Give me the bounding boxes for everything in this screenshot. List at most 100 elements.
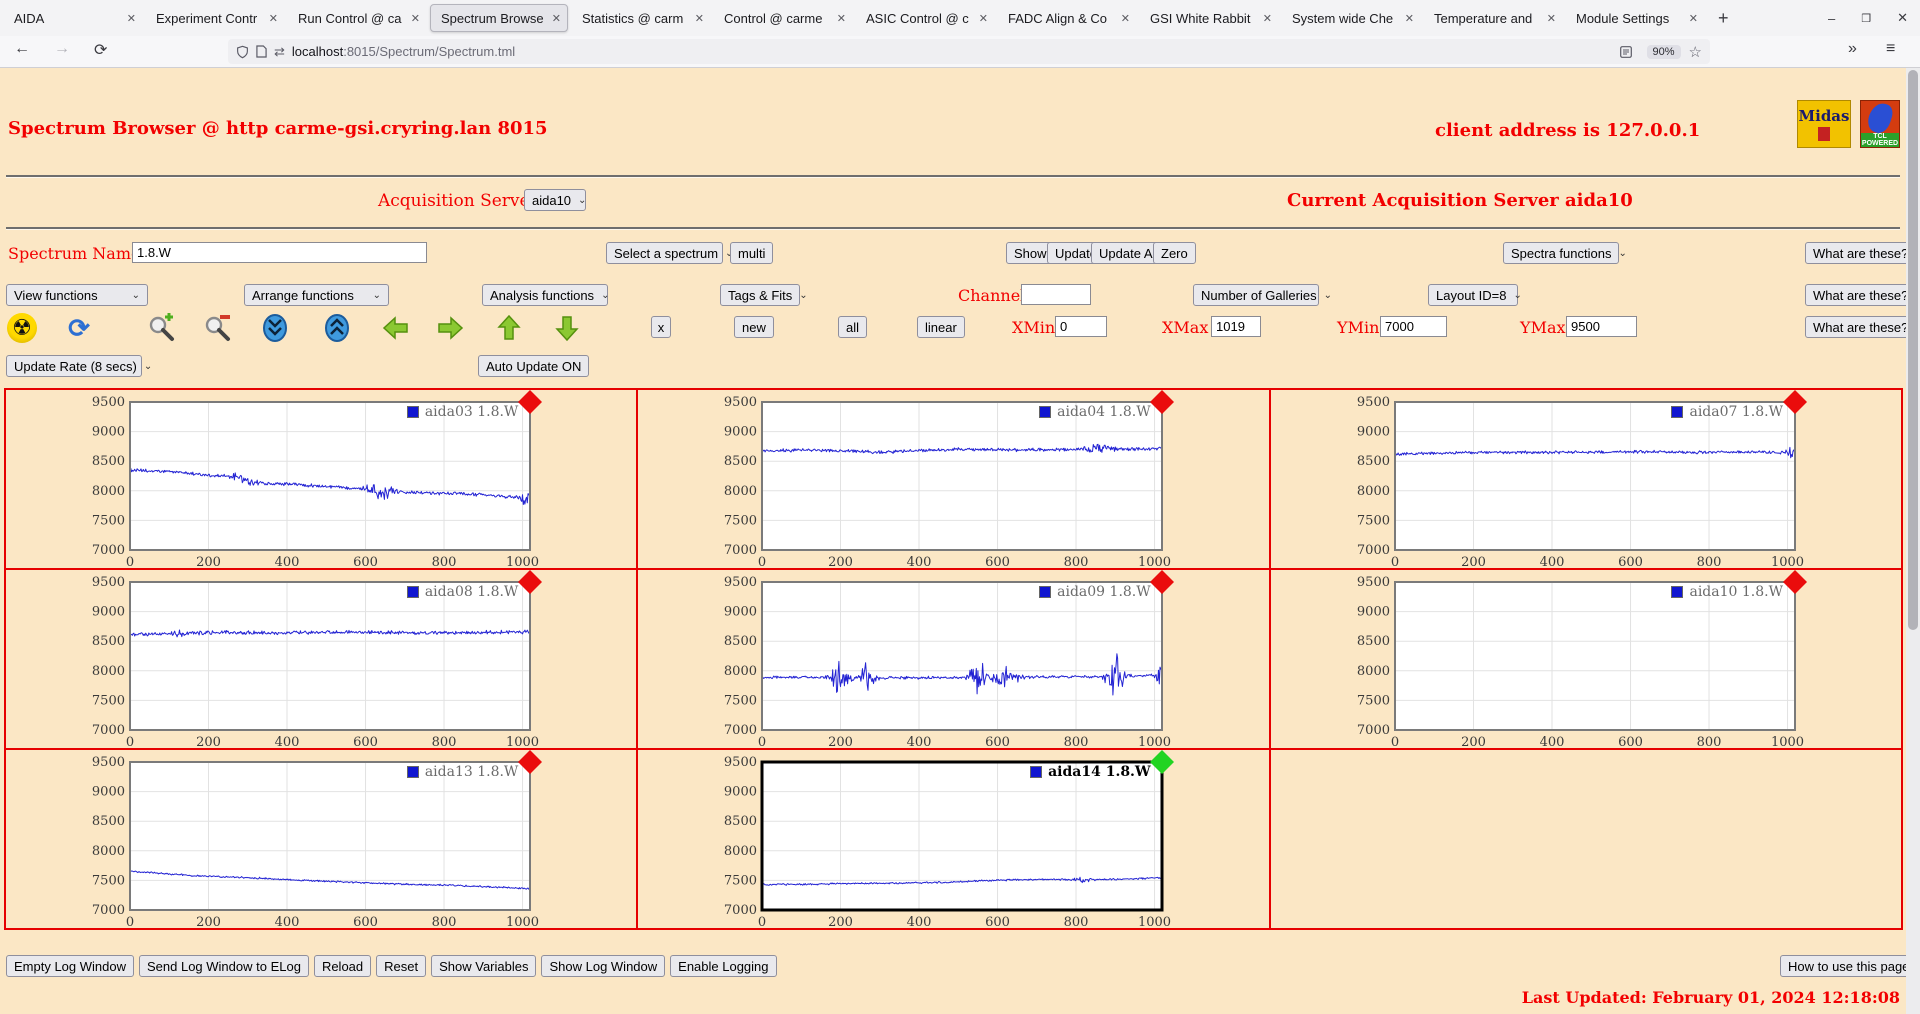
all-button[interactable]: all xyxy=(838,316,867,338)
what-are-these-button-2[interactable]: What are these? xyxy=(1805,284,1916,306)
pan-left-icon[interactable] xyxy=(381,313,411,343)
window-close-button[interactable]: ✕ xyxy=(1897,10,1908,26)
browser-tab-10[interactable]: System wide Che✕ xyxy=(1282,4,1420,32)
gallery-cell-aida03[interactable]: 7000750080008500900095000200400600800100… xyxy=(5,389,637,569)
radioactive-icon[interactable]: ☢ xyxy=(7,313,37,343)
gallery-cell-aida07[interactable]: 7000750080008500900095000200400600800100… xyxy=(1270,389,1902,569)
show-variables-button[interactable]: Show Variables xyxy=(431,955,536,977)
tab-close-icon[interactable]: ✕ xyxy=(975,12,988,25)
scrollbar-thumb[interactable] xyxy=(1908,70,1918,630)
forward-button[interactable]: → xyxy=(54,40,70,58)
tab-close-icon[interactable]: ✕ xyxy=(265,12,278,25)
enable-logging-button[interactable]: Enable Logging xyxy=(670,955,776,977)
browser-tab-11[interactable]: Temperature and✕ xyxy=(1424,4,1562,32)
zoom-level-badge[interactable]: 90% xyxy=(1647,45,1681,59)
refresh-icon[interactable]: ⟳ xyxy=(64,313,94,343)
tab-close-icon[interactable]: ✕ xyxy=(1401,12,1414,25)
browser-tab-5[interactable]: Statistics @ carm✕ xyxy=(572,4,710,32)
tab-close-icon[interactable]: ✕ xyxy=(833,12,846,25)
permissions-icon[interactable]: ⇄ xyxy=(274,44,285,60)
reader-mode-icon[interactable] xyxy=(1620,46,1632,58)
page-info-icon[interactable] xyxy=(256,45,267,58)
browser-tab-3[interactable]: Run Control @ ca✕ xyxy=(288,4,426,32)
spectrum-name-input[interactable] xyxy=(132,242,427,263)
xmin-input[interactable] xyxy=(1055,316,1107,337)
select-a-spectrum-select[interactable]: Select a spectrum⌄ xyxy=(606,242,723,264)
toolbar-overflow-icon[interactable]: » xyxy=(1848,40,1857,58)
expand-y-icon[interactable] xyxy=(322,313,352,343)
tab-title: AIDA xyxy=(14,11,123,26)
linear-button[interactable]: linear xyxy=(917,316,965,338)
layout-id-select[interactable]: Layout ID=8⌄ xyxy=(1428,284,1518,306)
zoom-out-icon[interactable] xyxy=(202,313,232,343)
browser-tab-12[interactable]: Module Settings✕ xyxy=(1566,4,1704,32)
empty-log-window-button[interactable]: Empty Log Window xyxy=(6,955,134,977)
gallery-cell-aida09[interactable]: 7000750080008500900095000200400600800100… xyxy=(637,569,1269,749)
view-functions-select[interactable]: View functions⌄ xyxy=(6,284,148,306)
browser-tab-7[interactable]: ASIC Control @ c✕ xyxy=(856,4,994,32)
gallery-cell-aida13[interactable]: 7000750080008500900095000200400600800100… xyxy=(5,749,637,929)
pan-up-icon[interactable] xyxy=(494,313,524,343)
reset-button[interactable]: Reset xyxy=(376,955,426,977)
tab-close-icon[interactable]: ✕ xyxy=(548,12,561,25)
reload-button[interactable]: Reload xyxy=(314,955,371,977)
shrink-y-icon[interactable] xyxy=(260,313,290,343)
auto-update-button[interactable]: Auto Update ON xyxy=(478,355,589,377)
bookmark-star-icon[interactable]: ☆ xyxy=(1689,43,1702,61)
new-button[interactable]: new xyxy=(734,316,774,338)
zoom-in-icon[interactable] xyxy=(146,313,176,343)
back-button[interactable]: ← xyxy=(14,40,30,58)
hamburger-menu-icon[interactable]: ≡ xyxy=(1886,40,1895,58)
spectra-functions-select[interactable]: Spectra functions⌄ xyxy=(1503,242,1619,264)
browser-tab-9[interactable]: GSI White Rabbit✕ xyxy=(1140,4,1278,32)
update-rate-select[interactable]: Update Rate (8 secs)⌄ xyxy=(6,355,142,377)
shield-icon xyxy=(236,45,249,59)
pan-right-icon[interactable] xyxy=(435,313,465,343)
browser-tab-2[interactable]: Experiment Contr✕ xyxy=(146,4,284,32)
browser-tab-6[interactable]: Control @ carme✕ xyxy=(714,4,852,32)
xmax-input[interactable] xyxy=(1211,316,1261,337)
show-log-window-button[interactable]: Show Log Window xyxy=(541,955,665,977)
analysis-functions-select[interactable]: Analysis functions⌄ xyxy=(482,284,608,306)
browser-tab-1[interactable]: AIDA✕ xyxy=(4,4,142,32)
svg-text:600: 600 xyxy=(353,735,378,750)
what-are-these-button-1[interactable]: What are these? xyxy=(1805,242,1916,264)
window-minimize-button[interactable]: – xyxy=(1828,11,1835,26)
how-to-use-button[interactable]: How to use this page xyxy=(1780,955,1917,977)
spectrum-name-label: Spectrum Name: xyxy=(8,244,146,263)
reload-button[interactable]: ⟳ xyxy=(94,40,107,60)
browser-tab-8[interactable]: FADC Align & Co✕ xyxy=(998,4,1136,32)
tags-and-fits-select[interactable]: Tags & Fits⌄ xyxy=(720,284,800,306)
tab-close-icon[interactable]: ✕ xyxy=(1259,12,1272,25)
send-log-window-to-elog-button[interactable]: Send Log Window to ELog xyxy=(139,955,309,977)
last-updated: Last Updated: February 01, 2024 12:18:08 xyxy=(1522,988,1900,1007)
browser-tab-4[interactable]: Spectrum Browse✕ xyxy=(430,4,568,32)
tab-close-icon[interactable]: ✕ xyxy=(1117,12,1130,25)
gallery-cell-aida08[interactable]: 7000750080008500900095000200400600800100… xyxy=(5,569,637,749)
arrange-functions-select[interactable]: Arrange functions⌄ xyxy=(244,284,389,306)
tab-close-icon[interactable]: ✕ xyxy=(1685,12,1698,25)
page-scrollbar[interactable] xyxy=(1906,68,1920,1014)
tab-close-icon[interactable]: ✕ xyxy=(691,12,704,25)
chart-legend: aida08 1.8.W xyxy=(407,584,519,600)
ymax-input[interactable] xyxy=(1566,316,1637,337)
new-tab-button[interactable]: + xyxy=(1704,8,1743,29)
navigation-bar: ← → ⟳ ⇄ localhost :8015/Spectrum/Spectru… xyxy=(0,36,1920,68)
what-are-these-button-3[interactable]: What are these? xyxy=(1805,316,1916,338)
tab-close-icon[interactable]: ✕ xyxy=(407,12,420,25)
window-maximize-button[interactable]: ❒ xyxy=(1861,12,1871,25)
channel-input[interactable] xyxy=(1021,284,1091,305)
tab-close-icon[interactable]: ✕ xyxy=(123,12,136,25)
zero-button[interactable]: Zero xyxy=(1153,242,1196,264)
ymin-input[interactable] xyxy=(1380,316,1447,337)
close-x-button[interactable]: x xyxy=(651,316,671,338)
tab-close-icon[interactable]: ✕ xyxy=(1543,12,1556,25)
gallery-cell-aida04[interactable]: 7000750080008500900095000200400600800100… xyxy=(637,389,1269,569)
gallery-cell-aida14[interactable]: 7000750080008500900095000200400600800100… xyxy=(637,749,1269,929)
gallery-cell-aida10[interactable]: 7000750080008500900095000200400600800100… xyxy=(1270,569,1902,749)
number-of-galleries-select[interactable]: Number of Galleries⌄ xyxy=(1193,284,1319,306)
acquisition-server-select[interactable]: aida10⌄ xyxy=(524,189,586,211)
pan-down-icon[interactable] xyxy=(552,313,582,343)
multi-button[interactable]: multi xyxy=(730,242,773,264)
url-bar[interactable]: ⇄ localhost :8015/Spectrum/Spectrum.tml … xyxy=(228,39,1710,64)
